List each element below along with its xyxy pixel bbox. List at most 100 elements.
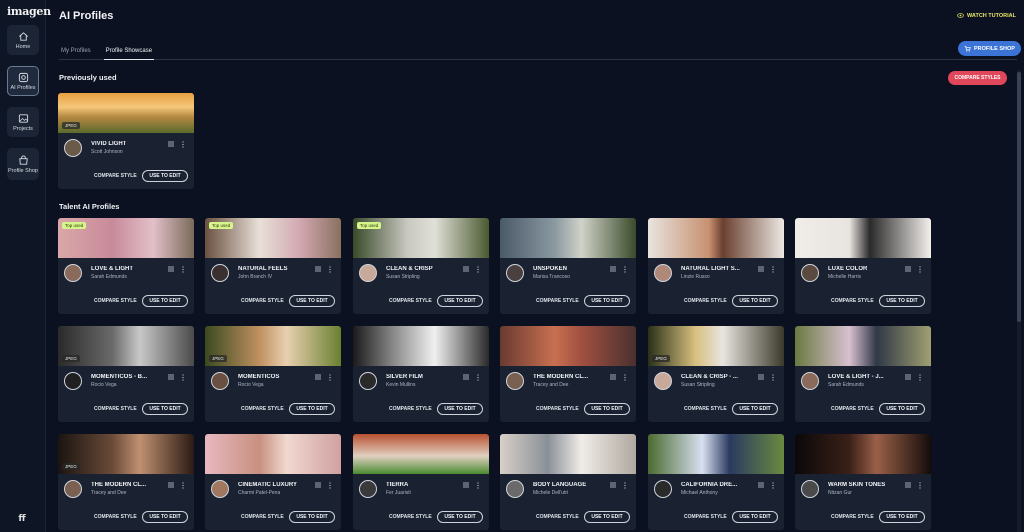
list-icon[interactable] [905, 482, 911, 488]
use-to-edit-button[interactable]: USE TO EDIT [437, 511, 483, 523]
compare-style-button[interactable]: COMPARE STYLE [94, 514, 137, 520]
list-icon[interactable] [168, 482, 174, 488]
profile-thumbnail[interactable] [353, 434, 489, 474]
more-vertical-icon[interactable] [918, 374, 922, 381]
use-to-edit-button[interactable]: USE TO EDIT [879, 403, 925, 415]
user-avatar[interactable]: ff [11, 510, 33, 528]
compare-style-button[interactable]: COMPARE STYLE [831, 298, 874, 304]
profile-card[interactable]: LOVE & LIGHT - J... Sarah Edmunds COMPAR… [795, 326, 931, 422]
use-to-edit-button[interactable]: USE TO EDIT [732, 511, 778, 523]
profile-card[interactable]: JPEG CLEAN & CRISP - ... Susan Stripling… [648, 326, 784, 422]
profile-card[interactable]: WARM SKIN TONES Nitzan Gur COMPARE STYLE… [795, 434, 931, 530]
more-vertical-icon[interactable] [623, 374, 627, 381]
list-icon[interactable] [905, 374, 911, 380]
profile-shop-button[interactable]: PROFILE SHOP [958, 41, 1021, 56]
compare-style-button[interactable]: COMPARE STYLE [831, 514, 874, 520]
profile-card[interactable]: JPEG MOMENTICOS - B... Rocio Vega COMPAR… [58, 326, 194, 422]
profile-card[interactable]: SILVER FILM Kevin Mullins COMPARE STYLE … [353, 326, 489, 422]
compare-style-button[interactable]: COMPARE STYLE [94, 298, 137, 304]
profile-card[interactable]: UNSPOKEN Marisa Trancoso COMPARE STYLE U… [500, 218, 636, 314]
profile-card[interactable]: LUXE COLOR Michelle Harris COMPARE STYLE… [795, 218, 931, 314]
use-to-edit-button[interactable]: USE TO EDIT [289, 403, 335, 415]
more-vertical-icon[interactable] [181, 482, 185, 489]
profile-thumbnail[interactable] [648, 434, 784, 474]
compare-style-button[interactable]: COMPARE STYLE [831, 406, 874, 412]
list-icon[interactable] [758, 482, 764, 488]
profile-card[interactable]: BODY LANGUAGE Michele Dell'utri COMPARE … [500, 434, 636, 530]
profile-card[interactable]: JPEG THE MODERN CL... Tracey and Dee COM… [58, 434, 194, 530]
watch-tutorial-link[interactable]: WATCH TUTORIAL [957, 12, 1016, 19]
profile-card[interactable]: NATURAL LIGHT S... Linzie Russo COMPARE … [648, 218, 784, 314]
sidebar-item-home[interactable]: Home [7, 25, 39, 55]
profile-thumbnail[interactable] [795, 218, 931, 258]
profile-thumbnail[interactable] [795, 326, 931, 366]
profile-card[interactable]: THE MODERN CL... Tracey and Dee COMPARE … [500, 326, 636, 422]
list-icon[interactable] [315, 266, 321, 272]
list-icon[interactable] [463, 266, 469, 272]
list-icon[interactable] [168, 266, 174, 272]
list-icon[interactable] [610, 482, 616, 488]
list-icon[interactable] [610, 266, 616, 272]
use-to-edit-button[interactable]: USE TO EDIT [437, 295, 483, 307]
list-icon[interactable] [315, 374, 321, 380]
compare-styles-button[interactable]: COMPARE STYLES [948, 71, 1007, 85]
more-vertical-icon[interactable] [181, 141, 185, 148]
list-icon[interactable] [168, 141, 174, 147]
more-vertical-icon[interactable] [181, 374, 185, 381]
more-vertical-icon[interactable] [476, 266, 480, 273]
compare-style-button[interactable]: COMPARE STYLE [684, 298, 727, 304]
compare-style-button[interactable]: COMPARE STYLE [536, 406, 579, 412]
profile-card[interactable]: Top used CLEAN & CRISP Susan Stripling C… [353, 218, 489, 314]
use-to-edit-button[interactable]: USE TO EDIT [732, 403, 778, 415]
profile-thumbnail[interactable] [500, 218, 636, 258]
compare-style-button[interactable]: COMPARE STYLE [241, 298, 284, 304]
profile-card[interactable]: CALIFORNIA DRE... Michael Anthony COMPAR… [648, 434, 784, 530]
use-to-edit-button[interactable]: USE TO EDIT [584, 403, 630, 415]
more-vertical-icon[interactable] [181, 266, 185, 273]
tab-my-profiles[interactable]: My Profiles [59, 47, 93, 60]
profile-thumbnail[interactable] [795, 434, 931, 474]
use-to-edit-button[interactable]: USE TO EDIT [437, 403, 483, 415]
more-vertical-icon[interactable] [771, 266, 775, 273]
sidebar-item-profile-shop[interactable]: Profile Shop [7, 148, 39, 180]
more-vertical-icon[interactable] [476, 374, 480, 381]
profile-thumbnail[interactable] [205, 434, 341, 474]
more-vertical-icon[interactable] [918, 482, 922, 489]
more-vertical-icon[interactable] [328, 482, 332, 489]
use-to-edit-button[interactable]: USE TO EDIT [289, 511, 335, 523]
profile-card[interactable]: Top used LOVE & LIGHT Sarah Edmunds COMP… [58, 218, 194, 314]
profile-card[interactable]: JPEG MOMENTICOS Rocio Vega COMPARE STYLE… [205, 326, 341, 422]
compare-style-button[interactable]: COMPARE STYLE [536, 514, 579, 520]
list-icon[interactable] [463, 374, 469, 380]
use-to-edit-button[interactable]: USE TO EDIT [584, 511, 630, 523]
list-icon[interactable] [610, 374, 616, 380]
app-logo[interactable]: imagen [7, 5, 51, 18]
compare-style-button[interactable]: COMPARE STYLE [94, 173, 137, 179]
use-to-edit-button[interactable]: USE TO EDIT [732, 295, 778, 307]
use-to-edit-button[interactable]: USE TO EDIT [879, 511, 925, 523]
use-to-edit-button[interactable]: USE TO EDIT [142, 403, 188, 415]
profile-card[interactable]: CINEMATIC LUXURY Charmi Patel-Pena COMPA… [205, 434, 341, 530]
use-to-edit-button[interactable]: USE TO EDIT [142, 511, 188, 523]
tab-profile-showcase[interactable]: Profile Showcase [103, 47, 155, 60]
compare-style-button[interactable]: COMPARE STYLE [389, 406, 432, 412]
more-vertical-icon[interactable] [623, 482, 627, 489]
compare-style-button[interactable]: COMPARE STYLE [684, 406, 727, 412]
list-icon[interactable] [315, 482, 321, 488]
use-to-edit-button[interactable]: USE TO EDIT [289, 295, 335, 307]
compare-style-button[interactable]: COMPARE STYLE [241, 406, 284, 412]
profile-card[interactable]: JPEG VIVID LIGHT Scott Johnson COMPARE S… [58, 93, 194, 189]
use-to-edit-button[interactable]: USE TO EDIT [142, 295, 188, 307]
use-to-edit-button[interactable]: USE TO EDIT [142, 170, 188, 182]
more-vertical-icon[interactable] [328, 266, 332, 273]
list-icon[interactable] [758, 374, 764, 380]
more-vertical-icon[interactable] [476, 482, 480, 489]
compare-style-button[interactable]: COMPARE STYLE [94, 406, 137, 412]
more-vertical-icon[interactable] [771, 374, 775, 381]
use-to-edit-button[interactable]: USE TO EDIT [584, 295, 630, 307]
profile-thumbnail[interactable] [648, 218, 784, 258]
use-to-edit-button[interactable]: USE TO EDIT [879, 295, 925, 307]
compare-style-button[interactable]: COMPARE STYLE [241, 514, 284, 520]
sidebar-item-projects[interactable]: Projects [7, 107, 39, 137]
list-icon[interactable] [463, 482, 469, 488]
